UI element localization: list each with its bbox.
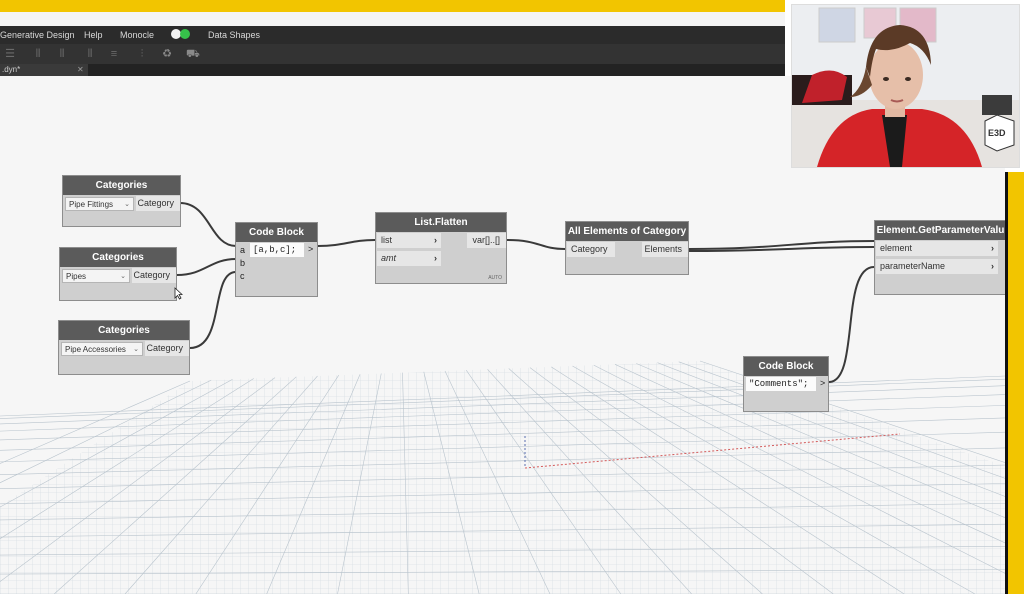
node-title: Categories xyxy=(63,176,180,195)
code-block-node[interactable]: Code Block a b c [a,b,c]; > xyxy=(235,222,318,297)
e3d-logo: E3D xyxy=(988,128,1006,138)
recycle-icon[interactable]: ♻ xyxy=(161,48,173,60)
input-port-element[interactable]: element › xyxy=(876,241,998,256)
toolbar: ☰ ⫴ ⫴ ⫴ ≡ ⫶ ♻ ⛟ xyxy=(0,44,785,64)
mouse-cursor-icon xyxy=(174,287,183,300)
status-green-icon[interactable] xyxy=(180,29,190,39)
category-output-port[interactable]: Category xyxy=(132,268,176,283)
wire-cat2-b[interactable] xyxy=(176,258,237,276)
menu-monocle[interactable]: Monocle xyxy=(120,30,154,40)
port-label: amt xyxy=(381,253,397,263)
dropdown-value: Pipe Fittings xyxy=(69,200,114,209)
output-port-var[interactable]: var[]..[] xyxy=(467,233,506,248)
chevron-right-icon: › xyxy=(991,261,994,271)
wire-code2-getparam[interactable] xyxy=(828,266,875,383)
dropdown-value: Pipes xyxy=(66,272,87,281)
align-center-icon[interactable]: ⫴ xyxy=(56,48,68,60)
category-output-port[interactable]: Category xyxy=(145,341,189,356)
input-port-list[interactable]: list › xyxy=(377,233,441,248)
port-label: parameterName xyxy=(880,261,946,271)
category-dropdown[interactable]: Pipes ⌄ xyxy=(62,269,130,283)
file-tab[interactable]: .dyn* ✕ xyxy=(0,64,88,76)
category-dropdown[interactable]: Pipe Fittings ⌄ xyxy=(65,197,134,211)
list-flatten-node[interactable]: List.Flatten list › amt › var[]..[] AUTO xyxy=(375,212,507,284)
distribute-icon[interactable]: ≡ xyxy=(108,48,120,60)
categories-node-2[interactable]: Categories Pipes ⌄ Category xyxy=(59,247,177,301)
chevron-down-icon: ⌄ xyxy=(120,273,126,280)
input-port-category[interactable]: Category xyxy=(567,242,615,257)
input-port-c[interactable]: c xyxy=(240,271,245,281)
chevron-down-icon: ⌄ xyxy=(124,201,130,208)
chevron-right-icon: › xyxy=(991,243,994,253)
wire-cat3-c[interactable] xyxy=(189,271,237,349)
port-label: element xyxy=(880,243,913,253)
dropdown-value: Pipe Accessories xyxy=(65,345,126,354)
chevron-right-icon: › xyxy=(434,235,437,245)
node-title: Code Block xyxy=(236,223,317,242)
tab-strip xyxy=(0,64,785,76)
layout-icon[interactable]: ⫶ xyxy=(136,48,148,60)
menu-bar: Generative Design Help Monocle Data Shap… xyxy=(0,26,785,44)
chevron-right-icon: › xyxy=(434,253,437,263)
menu-help[interactable]: Help xyxy=(84,30,103,40)
code-editor[interactable]: "Comments"; xyxy=(746,377,816,391)
wire-flatten-allelem[interactable] xyxy=(506,239,566,250)
lacing-label: AUTO xyxy=(488,275,502,281)
all-elements-of-category-node[interactable]: All Elements of Category Category Elemen… xyxy=(565,221,689,275)
input-port-amt[interactable]: amt › xyxy=(377,251,441,266)
input-port-a[interactable]: a xyxy=(240,245,245,255)
right-accent-bar xyxy=(1008,172,1024,594)
output-port[interactable]: > xyxy=(820,378,825,388)
code-block-comments-node[interactable]: Code Block "Comments"; > xyxy=(743,356,829,412)
menu-data-shapes[interactable]: Data Shapes xyxy=(208,30,260,40)
node-title: Element.GetParameterValu xyxy=(875,221,1005,240)
element-getparametervalue-node[interactable]: Element.GetParameterValu element › param… xyxy=(874,220,1005,295)
categories-node-3[interactable]: Categories Pipe Accessories ⌄ Category xyxy=(58,320,190,375)
presenter-video xyxy=(792,5,1019,167)
chevron-down-icon: ⌄ xyxy=(133,346,139,353)
node-title: All Elements of Category xyxy=(566,222,688,241)
output-port[interactable]: > xyxy=(308,244,313,254)
undo-icon[interactable]: ☰ xyxy=(4,48,16,60)
align-left-icon[interactable]: ⫴ xyxy=(32,48,44,60)
node-title: Categories xyxy=(60,248,176,267)
close-tab-icon[interactable]: ✕ xyxy=(77,65,84,74)
input-port-b[interactable]: b xyxy=(240,258,245,268)
wire-code-flatten[interactable] xyxy=(317,239,376,247)
node-title: Code Block xyxy=(744,357,828,376)
category-dropdown[interactable]: Pipe Accessories ⌄ xyxy=(61,342,143,356)
node-title: Categories xyxy=(59,321,189,340)
output-port-elements[interactable]: Elements xyxy=(642,242,688,257)
wire-cat1-a[interactable] xyxy=(179,202,237,247)
ground-grid xyxy=(0,360,1005,594)
categories-node-1[interactable]: Categories Pipe Fittings ⌄ Category xyxy=(62,175,181,227)
input-port-parametername[interactable]: parameterName › xyxy=(876,259,998,274)
package-icon[interactable]: ⛟ xyxy=(186,48,200,60)
file-tab-label: .dyn* xyxy=(2,65,21,74)
node-title: List.Flatten xyxy=(376,213,506,232)
webcam-overlay: E3D xyxy=(791,4,1020,168)
category-output-port[interactable]: Category xyxy=(136,196,180,211)
menu-generative-design[interactable]: Generative Design xyxy=(0,30,75,40)
align-right-icon[interactable]: ⫴ xyxy=(84,48,96,60)
port-label: list xyxy=(381,235,392,245)
top-accent-bar xyxy=(0,0,785,12)
code-editor[interactable]: [a,b,c]; xyxy=(250,243,304,257)
